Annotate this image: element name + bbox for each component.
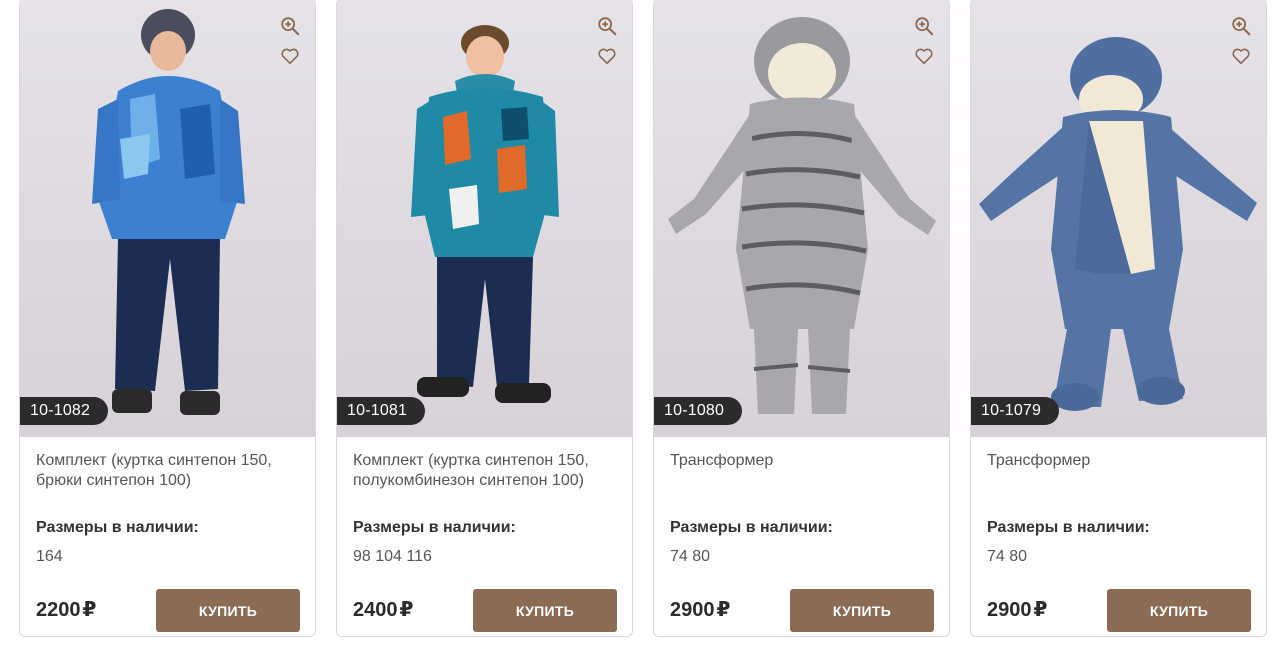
sizes-value: 164 [36, 548, 63, 565]
currency-symbol: ₽ [1033, 599, 1048, 621]
product-title[interactable]: Комплект (куртка синтепон 150, полукомби… [353, 451, 621, 491]
product-image-boy-blue-jacket [92, 9, 245, 415]
product-card: 10-1081 Комплект (куртка синтепон 150, п… [336, 0, 633, 637]
product-photo[interactable]: 10-1080 [654, 0, 949, 437]
currency-symbol: ₽ [399, 599, 414, 621]
price-value: 2200 [36, 599, 81, 621]
product-photo[interactable]: 10-1079 [971, 0, 1266, 437]
sizes-label: Размеры в наличии: [36, 519, 199, 536]
price-value: 2400 [353, 599, 398, 621]
price: 2400 ₽ [353, 597, 413, 622]
product-image-boy-camo-jacket [411, 25, 559, 403]
buy-button[interactable]: КУПИТЬ [790, 589, 934, 632]
product-photo[interactable]: 10-1082 [20, 0, 315, 437]
sizes-label: Размеры в наличии: [353, 519, 516, 536]
price-value: 2900 [987, 599, 1032, 621]
sku-badge: 10-1081 [337, 397, 426, 425]
product-card: 10-1080 Трансформер Размеры в наличии: 7… [653, 0, 950, 637]
sizes-value: 98 104 116 [353, 548, 432, 565]
price: 2900 ₽ [987, 597, 1047, 622]
product-title[interactable]: Комплект (куртка синтепон 150, брюки син… [36, 451, 304, 491]
price-value: 2900 [670, 599, 715, 621]
product-grid: 10-1082 Комплект (куртка синтепон 150, б… [0, 0, 1280, 650]
product-image-denim-overall [979, 37, 1257, 411]
heart-icon[interactable] [913, 45, 935, 67]
buy-button[interactable]: КУПИТЬ [156, 589, 300, 632]
buy-button[interactable]: КУПИТЬ [473, 589, 617, 632]
product-card: 10-1079 Трансформер Размеры в наличии: 7… [970, 0, 1267, 637]
sku-badge: 10-1079 [971, 397, 1060, 425]
sizes-label: Размеры в наличии: [670, 519, 833, 536]
product-image-zebra-overall [668, 17, 936, 414]
buy-button[interactable]: КУПИТЬ [1107, 589, 1251, 632]
product-title[interactable]: Трансформер [987, 451, 1255, 471]
heart-icon[interactable] [596, 45, 618, 67]
currency-symbol: ₽ [716, 599, 731, 621]
product-photo[interactable]: 10-1081 [337, 0, 632, 437]
heart-icon[interactable] [279, 45, 301, 67]
product-title[interactable]: Трансформер [670, 451, 938, 471]
sizes-value: 74 80 [670, 548, 711, 565]
zoom-in-icon[interactable] [913, 15, 935, 37]
price: 2200 ₽ [36, 597, 96, 622]
zoom-in-icon[interactable] [279, 15, 301, 37]
product-card: 10-1082 Комплект (куртка синтепон 150, б… [19, 0, 316, 637]
sizes-label: Размеры в наличии: [987, 519, 1150, 536]
zoom-in-icon[interactable] [1230, 15, 1252, 37]
zoom-in-icon[interactable] [596, 15, 618, 37]
heart-icon[interactable] [1230, 45, 1252, 67]
currency-symbol: ₽ [82, 599, 97, 621]
sizes-value: 74 80 [987, 548, 1028, 565]
sku-badge: 10-1082 [20, 397, 109, 425]
price: 2900 ₽ [670, 597, 730, 622]
sku-badge: 10-1080 [654, 397, 743, 425]
